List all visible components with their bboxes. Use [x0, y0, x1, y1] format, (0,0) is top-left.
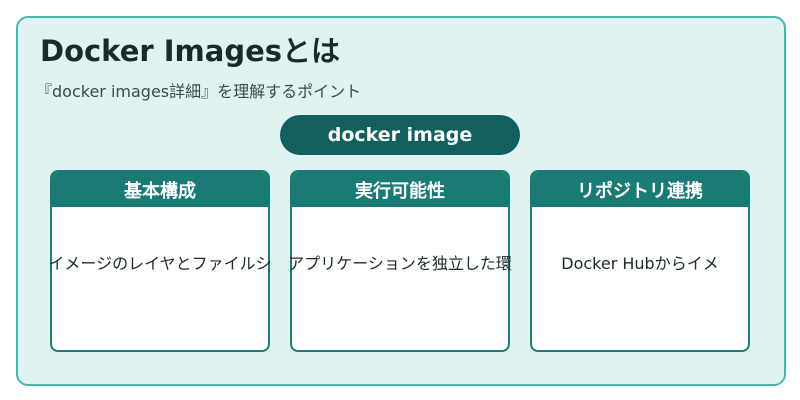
card-body-text: Docker Hubからイメ	[561, 254, 719, 273]
card-basic-structure: 基本構成 イメージのレイヤとファイルシ	[48, 170, 272, 352]
diagram-subtitle: 『docker images詳細』を理解するポイント	[36, 82, 362, 101]
card-header: 基本構成	[52, 172, 268, 207]
card-body-text: イメージのレイヤとファイルシ	[48, 254, 272, 273]
card-header-label: 実行可能性	[355, 180, 445, 202]
card-header: リポジトリ連携	[532, 172, 748, 207]
card-body-text: アプリケーションを独立した環	[288, 254, 512, 273]
root-node-label: docker image	[327, 124, 473, 146]
card-body: イメージのレイヤとファイルシ	[48, 250, 271, 274]
card-executability: 実行可能性 アプリケーションを独立した環	[288, 170, 512, 352]
card-header-label: リポジトリ連携	[577, 180, 703, 202]
card-body: Docker Hubからイメ	[532, 250, 748, 274]
card-body: アプリケーションを独立した環	[288, 250, 512, 274]
card-header-label: 基本構成	[124, 180, 196, 202]
root-node: docker image	[280, 115, 520, 155]
card-repository-integration: リポジトリ連携 Docker Hubからイメ	[530, 170, 750, 352]
diagram-title: Docker Imagesとは	[40, 34, 341, 68]
card-header: 実行可能性	[292, 172, 508, 207]
